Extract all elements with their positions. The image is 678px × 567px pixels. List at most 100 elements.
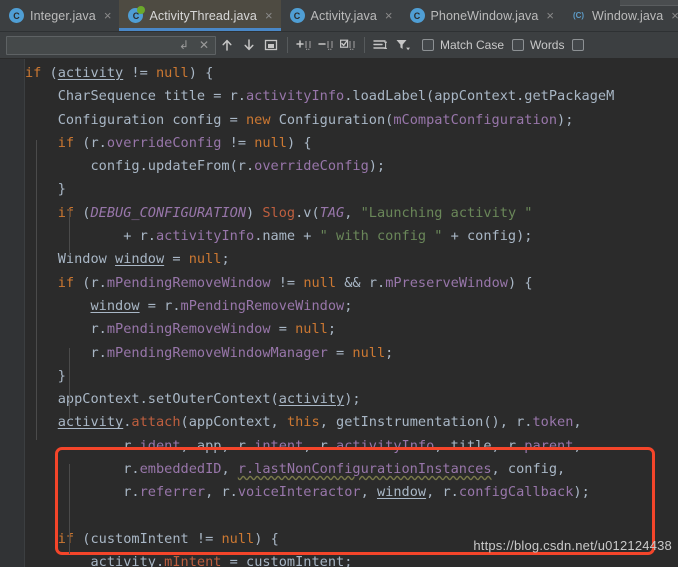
code-token: != xyxy=(123,65,156,81)
find-next-button[interactable] xyxy=(238,34,260,56)
code-token: , r. xyxy=(303,437,337,454)
code-line[interactable]: activity.mIntent = customIntent; xyxy=(25,551,678,567)
close-icon[interactable]: × xyxy=(546,9,554,22)
editor-tab-label: Window.java xyxy=(592,8,664,23)
code-token: != xyxy=(221,134,255,151)
code-line[interactable]: r.mPendingRemoveWindowManager = null; xyxy=(25,342,678,365)
editor-tab-label: PhoneWindow.java xyxy=(430,8,539,23)
code-line[interactable]: r.referrer, r.voiceInteractor, window, r… xyxy=(25,481,678,504)
find-previous-button[interactable] xyxy=(216,34,238,56)
code-token: Configuration( xyxy=(270,111,394,128)
select-all-icon xyxy=(264,39,278,51)
code-token: Slog xyxy=(262,204,296,221)
words-checkbox[interactable]: Words xyxy=(512,38,564,52)
code-token: activity xyxy=(90,554,156,567)
code-line[interactable] xyxy=(25,505,678,528)
code-token: mPendingRemoveWindowManager xyxy=(106,344,328,361)
match-case-checkbox[interactable]: Match Case xyxy=(422,38,504,52)
editor-tab-integer-java[interactable]: C Integer.java × xyxy=(0,0,119,31)
code-token: if xyxy=(57,530,75,547)
select-all-occurrences-button[interactable] xyxy=(337,34,359,56)
close-icon[interactable]: × xyxy=(265,9,273,22)
code-line[interactable]: config.updateFrom(r.overrideConfig); xyxy=(25,155,678,178)
code-token: ) { xyxy=(188,65,214,81)
search-input[interactable]: ↲ ✕ xyxy=(6,35,216,55)
code-line[interactable]: } xyxy=(25,365,678,388)
code-line[interactable]: r.mPendingRemoveWindow = null; xyxy=(25,318,678,341)
editor-tab-activity-java[interactable]: C Activity.java × xyxy=(281,0,401,31)
code-line[interactable]: if (r.mPendingRemoveWindow != null && r.… xyxy=(25,272,678,295)
editor-gutter[interactable] xyxy=(0,59,25,567)
code-token: , r. xyxy=(426,484,459,501)
remove-occurrence-button[interactable] xyxy=(315,34,337,56)
filter-icon xyxy=(396,40,410,51)
code-token: new xyxy=(246,111,271,128)
code-editor[interactable]: if (activity != null) { CharSequence tit… xyxy=(0,59,678,567)
close-icon[interactable]: × xyxy=(385,9,393,22)
code-token: (r. xyxy=(74,134,107,151)
code-line[interactable]: } xyxy=(25,178,678,201)
code-line[interactable]: if (activity != null) { xyxy=(25,62,678,85)
match-case-label: Match Case xyxy=(440,38,505,52)
code-token: overrideConfig xyxy=(254,158,369,175)
code-line[interactable]: + r.activityInfo.name + " with config " … xyxy=(25,225,678,248)
code-line[interactable]: CharSequence title = r.activityInfo.load… xyxy=(25,85,678,108)
code-content[interactable]: if (activity != null) { CharSequence tit… xyxy=(25,59,678,567)
remove-selection-icon xyxy=(318,41,333,50)
filter-button[interactable] xyxy=(392,34,414,56)
editor-tab-activitythread-java[interactable]: C ActivityThread.java × xyxy=(119,0,281,31)
code-token: = r. xyxy=(139,297,181,314)
code-line[interactable]: if (DEBUG_CONFIGURATION) Slog.v(TAG, "La… xyxy=(25,202,678,225)
code-line[interactable]: if (r.overrideConfig != null) { xyxy=(25,132,678,155)
code-token: } xyxy=(57,367,66,384)
editor-tab-label: ActivityThread.java xyxy=(149,8,257,23)
return-arrow-icon[interactable]: ↲ xyxy=(179,39,189,51)
words-checkbox-box[interactable] xyxy=(512,39,525,51)
match-case-checkbox-box[interactable] xyxy=(422,39,434,51)
regex-checkbox-box[interactable] xyxy=(572,39,585,51)
tab-bar-scroll-indicator[interactable] xyxy=(620,0,678,6)
code-token: this xyxy=(286,414,320,431)
select-all-button[interactable] xyxy=(260,34,282,56)
code-token: } xyxy=(57,181,66,198)
code-token: .v( xyxy=(295,204,320,221)
code-token: null xyxy=(221,530,255,547)
code-token: activityInfo xyxy=(336,437,435,454)
code-token: ; xyxy=(385,344,394,361)
regex-checkbox[interactable] xyxy=(572,39,585,51)
close-icon[interactable]: × xyxy=(671,9,678,22)
editor-tab-phonewindow-java[interactable]: C PhoneWindow.java × xyxy=(401,0,563,31)
clear-search-icon[interactable]: ✕ xyxy=(199,39,209,51)
code-token: null xyxy=(352,344,386,361)
close-icon[interactable]: × xyxy=(104,9,112,22)
code-token: .loadLabel(appContext.getPackageM xyxy=(344,88,615,105)
new-line-button[interactable] xyxy=(370,34,392,56)
code-line[interactable]: Configuration config = new Configuration… xyxy=(25,109,678,132)
code-token: .name + xyxy=(254,228,320,245)
add-occurrence-button[interactable] xyxy=(293,34,315,56)
code-token: null xyxy=(303,274,337,291)
code-line[interactable]: window = r.mPendingRemoveWindow; xyxy=(25,295,678,318)
code-token: , xyxy=(360,484,377,501)
code-token: null xyxy=(254,134,287,151)
code-line[interactable]: r.embeddedID, r.lastNonConfigurationInst… xyxy=(25,458,678,481)
code-line[interactable]: appContext.setOuterContext(activity); xyxy=(25,388,678,411)
code-token: , xyxy=(573,437,582,454)
code-token: , title, r. xyxy=(434,437,525,454)
code-line[interactable]: Window window = null; xyxy=(25,248,678,271)
indent-guide-0 xyxy=(36,140,37,440)
code-token: (r. xyxy=(74,274,107,291)
code-token: = xyxy=(164,251,189,268)
code-line[interactable]: r.ident, app, r.intent, r.activityInfo, … xyxy=(25,435,678,458)
code-line[interactable]: activity.attach(appContext, this, getIns… xyxy=(25,411,678,434)
java-class-icon: C xyxy=(289,8,305,23)
code-token: voiceInteractor xyxy=(237,484,361,501)
